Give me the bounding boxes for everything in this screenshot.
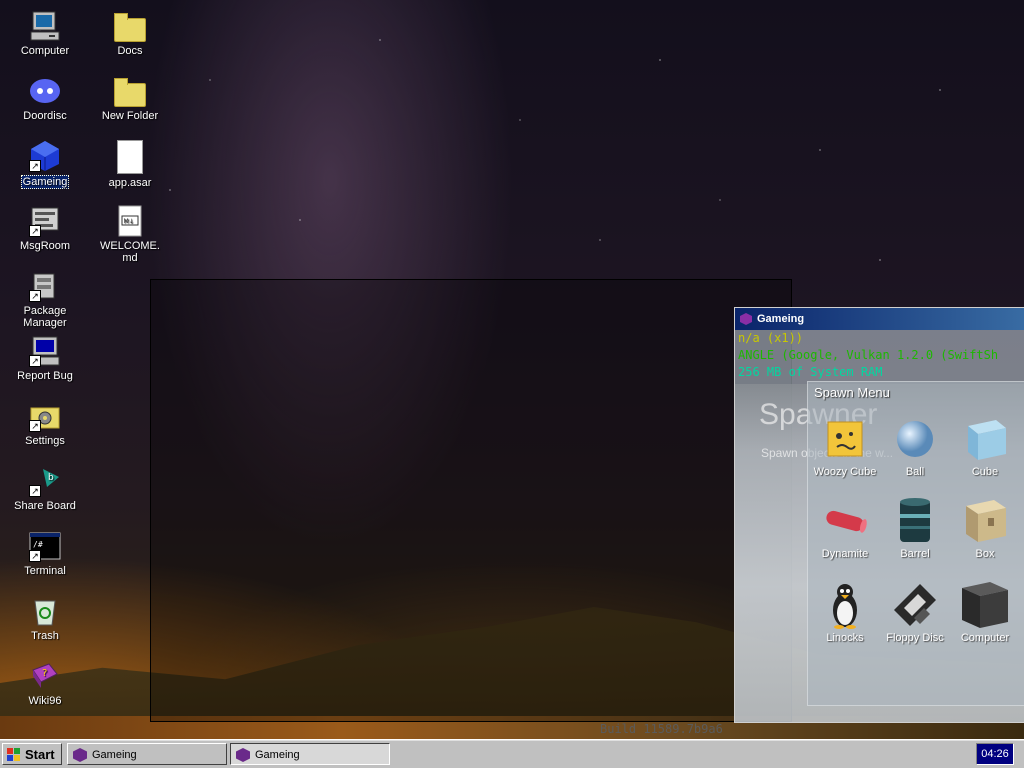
debug-line-3: 256 MB of System RAM	[738, 365, 883, 379]
desktop-icon-doordisc[interactable]: Doordisc	[10, 75, 80, 122]
barrel-icon	[890, 496, 940, 546]
computer-icon	[960, 580, 1010, 630]
game-window-title: Gameing	[757, 313, 805, 325]
computer-icon	[29, 10, 61, 42]
game-icon	[236, 748, 250, 762]
spawn-menu: Spawn Menu Woozy Cube Ball Cube Dynamite…	[807, 381, 1024, 706]
share-board-icon: b	[29, 465, 61, 497]
spawn-item-box[interactable]: Box	[950, 496, 1020, 560]
selection-rectangle	[150, 279, 792, 722]
spawn-menu-title: Spawn Menu	[814, 385, 890, 400]
chat-app-icon	[29, 75, 61, 107]
trash-icon	[29, 595, 61, 627]
svg-text:b: b	[48, 473, 54, 483]
desktop-icon-package-manager[interactable]: Package Manager	[10, 270, 80, 329]
desktop-icon-settings[interactable]: Settings	[10, 400, 80, 447]
desktop-icon-wiki96[interactable]: ? Wiki96	[10, 660, 80, 707]
windows-logo-icon	[7, 748, 21, 761]
debug-line-2: ANGLE (Google, Vulkan 1.2.0 (SwiftSh	[738, 348, 999, 362]
markdown-file-icon: M↓	[114, 205, 146, 237]
message-room-icon	[29, 205, 61, 237]
desktop-icon-welcome-md[interactable]: M↓ WELCOME.md	[95, 205, 165, 264]
svg-text:/#: /#	[33, 540, 43, 549]
svg-text:M↓: M↓	[124, 218, 134, 225]
taskbar-item-gameing-active[interactable]: Gameing	[230, 743, 390, 765]
dynamite-icon	[820, 496, 870, 546]
terminal-icon: /#	[29, 530, 61, 562]
ball-icon	[890, 414, 940, 464]
desktop-icon-docs[interactable]: Docs	[95, 10, 165, 57]
game-window-titlebar[interactable]: Gameing	[735, 308, 1024, 330]
desktop-icon-trash[interactable]: Trash	[10, 595, 80, 642]
taskbar: Start Gameing Gameing 04:26	[0, 739, 1024, 768]
desktop-icon-share-board[interactable]: b Share Board	[10, 465, 80, 512]
spawn-item-ball[interactable]: Ball	[880, 414, 950, 478]
taskbar-clock: 04:26	[976, 743, 1014, 765]
spawn-item-barrel[interactable]: Barrel	[880, 496, 950, 560]
desktop-icon-terminal[interactable]: /# Terminal	[10, 530, 80, 577]
bug-report-icon	[29, 335, 61, 367]
settings-folder-icon	[29, 400, 61, 432]
build-label: Build 11589.7b9a6	[600, 722, 723, 736]
folder-icon	[114, 13, 146, 42]
spawn-item-cube[interactable]: Cube	[950, 414, 1020, 478]
spawn-item-dynamite[interactable]: Dynamite	[810, 496, 880, 560]
floppy-disk-icon	[890, 580, 940, 630]
desktop-icon-app-asar[interactable]: app.asar	[95, 140, 165, 189]
wiki-book-icon: ?	[29, 660, 61, 692]
folder-icon	[114, 78, 146, 107]
taskbar-item-gameing[interactable]: Gameing	[67, 743, 227, 765]
spawn-item-floppy-disc[interactable]: Floppy Disc	[880, 580, 950, 644]
game-icon	[29, 140, 61, 172]
package-icon	[29, 270, 61, 302]
woozy-cube-icon	[820, 414, 870, 464]
desktop-icon-new-folder[interactable]: New Folder	[95, 75, 165, 122]
spawn-item-computer[interactable]: Computer	[950, 580, 1020, 644]
cube-icon	[960, 414, 1010, 464]
desktop-icon-computer[interactable]: Computer	[10, 10, 80, 57]
game-window[interactable]: Gameing n/a (x1)) ANGLE (Google, Vulkan …	[734, 307, 1024, 723]
file-icon	[117, 140, 143, 174]
spawn-item-linocks[interactable]: Linocks	[810, 580, 880, 644]
desktop-icon-gameing[interactable]: Gameing	[10, 140, 80, 189]
debug-overlay: n/a (x1)) ANGLE (Google, Vulkan 1.2.0 (S…	[735, 330, 1024, 381]
penguin-icon	[820, 580, 870, 630]
start-button[interactable]: Start	[2, 743, 62, 765]
box-icon	[960, 496, 1010, 546]
debug-line-1: n/a (x1))	[738, 331, 804, 345]
desktop-icon-msgroom[interactable]: MsgRoom	[10, 205, 80, 252]
spawn-item-woozy-cube[interactable]: Woozy Cube	[810, 414, 880, 478]
desktop-icon-report-bug[interactable]: Report Bug	[10, 335, 80, 382]
game-icon	[73, 748, 87, 762]
game-icon	[740, 313, 752, 325]
start-label: Start	[25, 747, 55, 762]
svg-text:?: ?	[42, 668, 47, 679]
